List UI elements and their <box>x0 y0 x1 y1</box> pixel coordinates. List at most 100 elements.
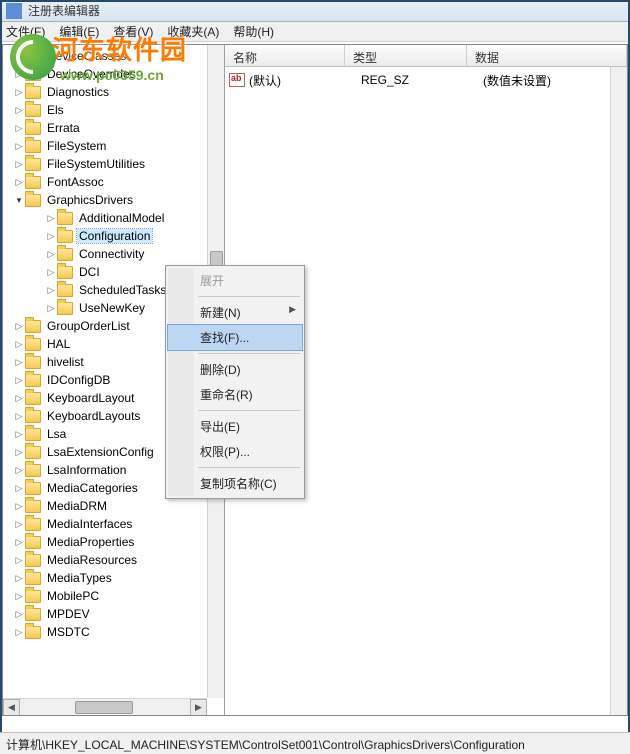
expand-icon[interactable] <box>13 626 25 638</box>
tree-item[interactable]: Els <box>3 101 224 119</box>
ctx-permissions[interactable]: 权限(P)... <box>168 439 302 464</box>
expand-icon[interactable] <box>13 410 25 422</box>
expand-icon[interactable] <box>13 608 25 620</box>
list-item[interactable]: (默认) REG_SZ (数值未设置) <box>225 71 627 89</box>
expand-icon[interactable] <box>13 428 25 440</box>
tree-item-label[interactable]: Diagnostics <box>45 85 111 99</box>
tree-item-label[interactable]: LsaInformation <box>45 463 128 477</box>
expand-icon[interactable] <box>45 302 57 314</box>
col-type[interactable]: 类型 <box>345 45 467 66</box>
col-data[interactable]: 数据 <box>467 45 627 66</box>
expand-icon[interactable] <box>13 590 25 602</box>
tree-item-label[interactable]: Configuration <box>77 229 152 243</box>
expand-icon[interactable] <box>13 176 25 188</box>
tree-item-label[interactable]: FontAssoc <box>45 175 106 189</box>
tree-item-label[interactable]: FileSystemUtilities <box>45 157 147 171</box>
expand-icon[interactable] <box>13 50 25 62</box>
ctx-new[interactable]: 新建(N) <box>168 300 302 325</box>
tree-item-label[interactable]: LsaExtensionConfig <box>45 445 156 459</box>
expand-icon[interactable] <box>13 554 25 566</box>
tree-item-label[interactable]: Lsa <box>45 427 68 441</box>
menu-help[interactable]: 帮助(H) <box>233 23 274 40</box>
tree-item[interactable]: FileSystemUtilities <box>3 155 224 173</box>
expand-icon[interactable] <box>45 230 57 242</box>
tree-item[interactable]: DeviceClasses <box>3 47 224 65</box>
tree-item-label[interactable]: HAL <box>45 337 72 351</box>
ctx-find[interactable]: 查找(F)... <box>168 325 302 350</box>
tree-item-label[interactable]: MPDEV <box>45 607 92 621</box>
tree-item-label[interactable]: MediaCategories <box>45 481 140 495</box>
expand-icon[interactable] <box>13 500 25 512</box>
tree-item-label[interactable]: DCI <box>77 265 102 279</box>
expand-icon[interactable] <box>13 446 25 458</box>
tree-item[interactable]: Configuration <box>3 227 224 245</box>
tree-item-label[interactable]: Connectivity <box>77 247 146 261</box>
expand-icon[interactable] <box>45 212 57 224</box>
col-name[interactable]: 名称 <box>225 45 345 66</box>
expand-icon[interactable] <box>13 464 25 476</box>
expand-icon[interactable] <box>13 140 25 152</box>
expand-icon[interactable] <box>13 536 25 548</box>
expand-icon[interactable] <box>13 194 25 206</box>
tree-hscroll[interactable]: ◀ ▶ <box>3 698 207 715</box>
expand-icon[interactable] <box>13 122 25 134</box>
tree-item-label[interactable]: Errata <box>45 121 82 135</box>
expand-icon[interactable] <box>13 104 25 116</box>
expand-icon[interactable] <box>13 518 25 530</box>
tree-item[interactable]: Diagnostics <box>3 83 224 101</box>
tree-item-label[interactable]: MediaResources <box>45 553 139 567</box>
tree-item[interactable]: DeviceOverrides <box>3 65 224 83</box>
tree-item-label[interactable]: ScheduledTasks <box>77 283 168 297</box>
tree-item[interactable]: MediaResources <box>3 551 224 569</box>
list-vscroll[interactable] <box>610 67 627 715</box>
tree-item[interactable]: MobilePC <box>3 587 224 605</box>
expand-icon[interactable] <box>13 320 25 332</box>
tree-item-label[interactable]: MSDTC <box>45 625 92 639</box>
tree-item[interactable]: AdditionalModel <box>3 209 224 227</box>
menu-favorites[interactable]: 收藏夹(A) <box>167 23 219 40</box>
tree-item-label[interactable]: Els <box>45 103 66 117</box>
tree-item-label[interactable]: DeviceClasses <box>45 49 128 63</box>
expand-icon[interactable] <box>13 86 25 98</box>
expand-icon[interactable] <box>45 284 57 296</box>
expand-icon[interactable] <box>45 266 57 278</box>
tree-item-label[interactable]: KeyboardLayout <box>45 391 136 405</box>
ctx-copy-keyname[interactable]: 复制项名称(C) <box>168 471 302 496</box>
tree-item-label[interactable]: MobilePC <box>45 589 101 603</box>
tree-item-label[interactable]: GroupOrderList <box>45 319 132 333</box>
scroll-left-icon[interactable]: ◀ <box>3 699 20 715</box>
expand-icon[interactable] <box>45 248 57 260</box>
ctx-rename[interactable]: 重命名(R) <box>168 382 302 407</box>
tree-item-label[interactable]: UseNewKey <box>77 301 147 315</box>
expand-icon[interactable] <box>13 356 25 368</box>
expand-icon[interactable] <box>13 158 25 170</box>
tree-item[interactable]: MediaProperties <box>3 533 224 551</box>
tree-item[interactable]: FontAssoc <box>3 173 224 191</box>
tree-item-label[interactable]: MediaDRM <box>45 499 109 513</box>
tree-item-label[interactable]: IDConfigDB <box>45 373 112 387</box>
tree-item-label[interactable]: FileSystem <box>45 139 108 153</box>
tree-item[interactable]: MSDTC <box>3 623 224 641</box>
expand-icon[interactable] <box>13 392 25 404</box>
ctx-delete[interactable]: 删除(D) <box>168 357 302 382</box>
tree-item-label[interactable]: GraphicsDrivers <box>45 193 135 207</box>
tree-item[interactable]: Connectivity <box>3 245 224 263</box>
scroll-right-icon[interactable]: ▶ <box>190 699 207 715</box>
menu-view[interactable]: 查看(V) <box>113 23 153 40</box>
expand-icon[interactable] <box>13 374 25 386</box>
tree-item-label[interactable]: DeviceOverrides <box>45 67 138 81</box>
tree-item[interactable]: MPDEV <box>3 605 224 623</box>
menu-edit[interactable]: 编辑(E) <box>59 23 99 40</box>
ctx-export[interactable]: 导出(E) <box>168 414 302 439</box>
expand-icon[interactable] <box>13 338 25 350</box>
expand-icon[interactable] <box>13 482 25 494</box>
tree-item[interactable]: Errata <box>3 119 224 137</box>
tree-item-label[interactable]: MediaTypes <box>45 571 114 585</box>
expand-icon[interactable] <box>13 572 25 584</box>
tree-item-label[interactable]: KeyboardLayouts <box>45 409 142 423</box>
scrollbar-thumb[interactable] <box>75 701 133 714</box>
tree-item-label[interactable]: MediaInterfaces <box>45 517 134 531</box>
tree-item-label[interactable]: hivelist <box>45 355 86 369</box>
tree-item[interactable]: FileSystem <box>3 137 224 155</box>
expand-icon[interactable] <box>13 68 25 80</box>
